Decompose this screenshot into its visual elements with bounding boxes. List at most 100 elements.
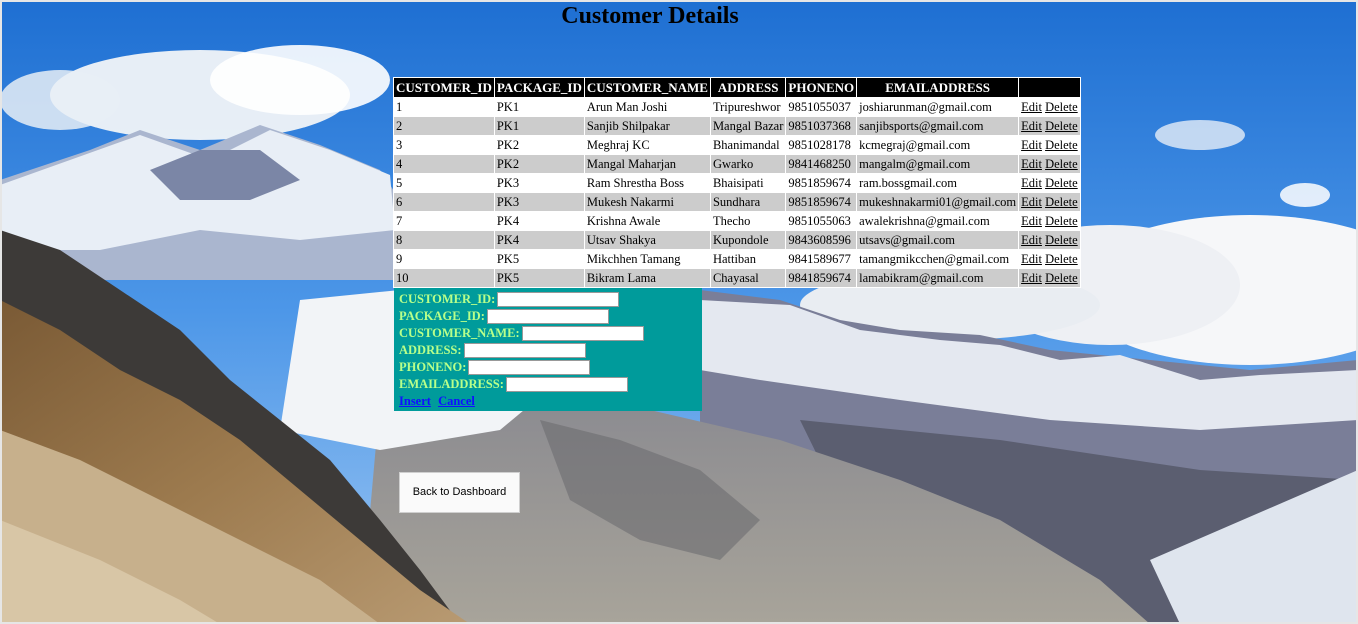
column-header: CUSTOMER_NAME xyxy=(583,77,711,98)
table-cell: 9841468250 xyxy=(785,154,858,174)
delete-link[interactable]: Delete xyxy=(1045,252,1078,266)
table-cell: Bhanimandal xyxy=(709,135,787,155)
row-actions: Edit Delete xyxy=(1018,97,1081,117)
table-cell: 9851028178 xyxy=(785,135,858,155)
form-row: PHONENO: xyxy=(399,359,702,376)
table-cell: PK2 xyxy=(493,135,585,155)
table-row: 9 PK5 Mikchhen Tamang Hattiban 9841589677 tam… xyxy=(393,249,1081,269)
table-cell: Sanjib Shilpakar xyxy=(583,116,711,136)
table-cell: PK4 xyxy=(493,230,585,250)
table-cell: awalekrishna@gmail.com xyxy=(856,211,1020,231)
table-cell: Mangal Maharjan xyxy=(583,154,711,174)
table-cell: sanjibsports@gmail.com xyxy=(856,116,1020,136)
edit-link[interactable]: Edit xyxy=(1021,233,1042,247)
delete-link[interactable]: Delete xyxy=(1045,176,1078,190)
table-cell: Bhaisipati xyxy=(709,173,787,193)
edit-link[interactable]: Edit xyxy=(1021,157,1042,171)
edit-link[interactable]: Edit xyxy=(1021,252,1042,266)
delete-link[interactable]: Delete xyxy=(1045,271,1078,285)
insert-link[interactable]: Insert xyxy=(399,394,431,408)
table-cell: PK5 xyxy=(493,268,585,288)
form-row: CUSTOMER_ID: xyxy=(399,291,702,308)
table-cell: Gwarko xyxy=(709,154,787,174)
field-input[interactable] xyxy=(463,343,586,358)
table-cell: Meghraj KC xyxy=(583,135,711,155)
table-cell: 8 xyxy=(393,230,495,250)
table-cell: Mangal Bazar xyxy=(709,116,787,136)
table-cell: 6 xyxy=(393,192,495,212)
table-cell: Sundhara xyxy=(709,192,787,212)
table-cell: 9843608596 xyxy=(785,230,858,250)
table-cell: PK1 xyxy=(493,97,585,117)
table-cell: utsavs@gmail.com xyxy=(856,230,1020,250)
row-actions: Edit Delete xyxy=(1018,173,1081,193)
table-cell: Kupondole xyxy=(709,230,787,250)
delete-link[interactable]: Delete xyxy=(1045,233,1078,247)
table-row: 4 PK2 Mangal Maharjan Gwarko 9841468250 manga… xyxy=(393,154,1081,174)
table-cell: 9841859674 xyxy=(785,268,858,288)
column-header: PACKAGE_ID xyxy=(493,77,585,98)
field-label: PHONENO: xyxy=(399,360,467,374)
table-cell: 9 xyxy=(393,249,495,269)
form-row: CUSTOMER_NAME: xyxy=(399,325,702,342)
field-input[interactable] xyxy=(505,377,628,392)
edit-link[interactable]: Edit xyxy=(1021,271,1042,285)
table-cell: mukeshnakarmi01@gmail.com xyxy=(856,192,1020,212)
back-to-dashboard-button[interactable]: Back to Dashboard xyxy=(399,472,520,513)
table-cell: 2 xyxy=(393,116,495,136)
column-header: CUSTOMER_ID xyxy=(393,77,495,98)
table-row: 2 PK1 Sanjib Shilpakar Mangal Bazar 98510373… xyxy=(393,116,1081,136)
customer-table: CUSTOMER_ID PACKAGE_ID CUSTOMER_NAME ADDRES… xyxy=(393,77,1081,288)
edit-link[interactable]: Edit xyxy=(1021,138,1042,152)
row-actions: Edit Delete xyxy=(1018,116,1081,136)
column-header xyxy=(1018,77,1081,98)
table-row: 8 PK4 Utsav Shakya Kupondole 9843608596 utsav… xyxy=(393,230,1081,250)
table-row: 5 PK3 Ram Shrestha Boss Bhaisipati 985185967… xyxy=(393,173,1081,193)
table-cell: Bikram Lama xyxy=(583,268,711,288)
table-cell: 9851055063 xyxy=(785,211,858,231)
table-cell: 9851859674 xyxy=(785,192,858,212)
column-header: ADDRESS xyxy=(709,77,787,98)
cancel-link[interactable]: Cancel xyxy=(438,394,475,408)
page-title: Customer Details xyxy=(561,3,739,29)
table-cell: Arun Man Joshi xyxy=(583,97,711,117)
table-cell: PK3 xyxy=(493,192,585,212)
edit-link[interactable]: Edit xyxy=(1021,119,1042,133)
table-cell: Hattiban xyxy=(709,249,787,269)
delete-link[interactable]: Delete xyxy=(1045,214,1078,228)
field-label: EMAILADDRESS: xyxy=(399,377,504,391)
field-input[interactable] xyxy=(521,326,644,341)
edit-link[interactable]: Edit xyxy=(1021,100,1042,114)
table-row: 1 PK1 Arun Man Joshi Tripureshwor 9851055037… xyxy=(393,97,1081,117)
table-cell: ram.bossgmail.com xyxy=(856,173,1020,193)
table-cell: PK3 xyxy=(493,173,585,193)
table-cell: 9851859674 xyxy=(785,173,858,193)
table-cell: 7 xyxy=(393,211,495,231)
form-actions: Insert Cancel xyxy=(399,394,702,409)
form-row: EMAILADDRESS: xyxy=(399,376,702,393)
edit-link[interactable]: Edit xyxy=(1021,214,1042,228)
field-label: ADDRESS: xyxy=(399,343,462,357)
delete-link[interactable]: Delete xyxy=(1045,119,1078,133)
table-row: 10 PK5 Bikram Lama Chayasal 9841859674 lamabi… xyxy=(393,268,1081,288)
table-cell: kcmegraj@gmail.com xyxy=(856,135,1020,155)
table-cell: 9851055037 xyxy=(785,97,858,117)
table-cell: mangalm@gmail.com xyxy=(856,154,1020,174)
table-header-row: CUSTOMER_ID PACKAGE_ID CUSTOMER_NAME ADDRES… xyxy=(393,77,1081,98)
field-input[interactable] xyxy=(497,292,620,307)
table-row: 3 PK2 Meghraj KC Bhanimandal 9851028178 kcmeg… xyxy=(393,135,1081,155)
row-actions: Edit Delete xyxy=(1018,268,1081,288)
table-cell: 9851037368 xyxy=(785,116,858,136)
delete-link[interactable]: Delete xyxy=(1045,138,1078,152)
column-header: EMAILADDRESS xyxy=(856,77,1020,98)
delete-link[interactable]: Delete xyxy=(1045,195,1078,209)
table-cell: PK4 xyxy=(493,211,585,231)
edit-link[interactable]: Edit xyxy=(1021,176,1042,190)
field-input[interactable] xyxy=(468,360,591,375)
field-input[interactable] xyxy=(486,309,609,324)
delete-link[interactable]: Delete xyxy=(1045,100,1078,114)
delete-link[interactable]: Delete xyxy=(1045,157,1078,171)
table-cell: Mikchhen Tamang xyxy=(583,249,711,269)
edit-link[interactable]: Edit xyxy=(1021,195,1042,209)
form-row: PACKAGE_ID: xyxy=(399,308,702,325)
